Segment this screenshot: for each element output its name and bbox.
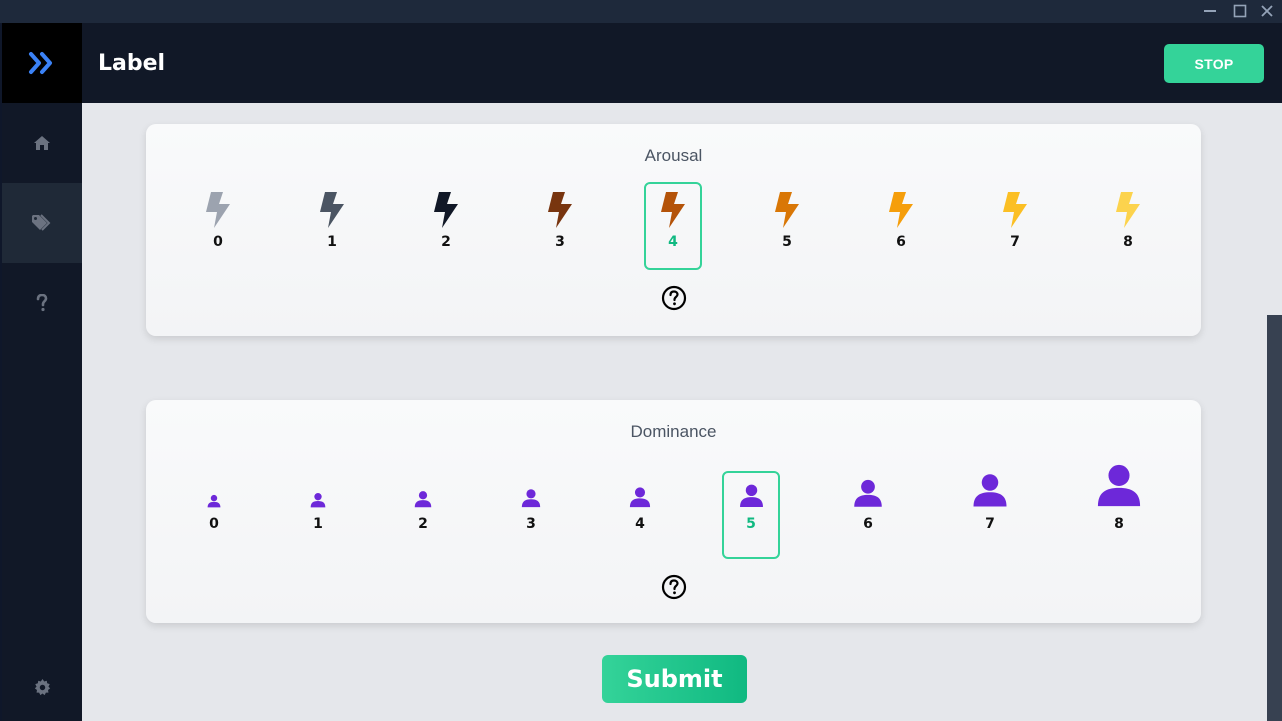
close-icon[interactable] [1257,2,1277,20]
dominance-option-5[interactable]: 5 [722,471,780,559]
dominance-option-label: 8 [1114,516,1124,532]
arousal-option-label: 1 [327,234,337,250]
lightning-icon [320,192,344,228]
lightning-icon [1003,192,1027,228]
home-icon [34,136,50,150]
arousal-option-0[interactable]: 0 [189,182,247,270]
header: Label STOP [82,23,1282,103]
window-titlebar [0,0,1282,23]
submit-button[interactable]: Submit [602,655,747,703]
arousal-option-label: 8 [1123,234,1133,250]
dominance-option-6[interactable]: 6 [839,472,897,560]
person-icon [629,487,651,508]
arousal-option-1[interactable]: 1 [303,182,361,270]
person-icon [207,494,221,508]
arousal-option-label: 5 [782,234,792,250]
arousal-option-label: 0 [213,234,223,250]
lightning-icon [206,192,230,228]
person-icon [739,484,763,507]
dominance-option-label: 1 [313,516,323,532]
double-chevron-right-icon [29,52,52,74]
dominance-option-label: 5 [746,516,756,532]
dominance-option-1[interactable]: 1 [289,486,347,574]
dominance-option-0[interactable]: 0 [185,488,243,576]
page-title: Label [98,51,166,76]
dominance-option-7[interactable]: 7 [961,466,1019,554]
lightning-icon [889,192,913,228]
arousal-option-3[interactable]: 3 [531,182,589,270]
dominance-option-4[interactable]: 4 [611,480,669,568]
arousal-card: Arousal 0 1 2 3 4 5 6 7 8 [146,124,1201,336]
dominance-option-label: 0 [209,516,219,532]
dominance-title: Dominance [630,422,717,441]
arousal-option-2[interactable]: 2 [417,182,475,270]
arousal-title: Arousal [644,146,703,165]
stop-button[interactable]: STOP [1164,44,1264,83]
arousal-option-4[interactable]: 4 [644,182,702,270]
arousal-option-label: 7 [1010,234,1020,250]
sidebar-item-label[interactable] [2,183,82,263]
sidebar-item-home[interactable] [2,103,82,183]
person-icon [414,491,432,508]
arousal-option-label: 6 [896,234,906,250]
person-icon [1097,464,1141,507]
dominance-option-label: 6 [863,516,873,532]
main-content: Arousal 0 1 2 3 4 5 6 7 8 Dominance 0 1 2 3 4 5 6 7 8 Su… [82,103,1267,721]
arousal-option-8[interactable]: 8 [1099,182,1157,270]
lightning-icon [775,192,799,228]
dominance-option-8[interactable]: 8 [1090,456,1148,544]
person-icon [521,489,541,508]
arousal-option-5[interactable]: 5 [758,182,816,270]
arousal-option-label: 3 [555,234,565,250]
dominance-option-2[interactable]: 2 [394,484,452,572]
maximize-icon[interactable] [1230,2,1250,20]
person-icon [973,474,1007,507]
dominance-card: Dominance 0 1 2 3 4 5 6 7 8 [146,400,1201,623]
arousal-option-label: 4 [668,234,678,250]
dominance-option-label: 7 [985,516,995,532]
scrollbar-thumb[interactable] [1267,315,1282,721]
arousal-option-7[interactable]: 7 [986,182,1044,270]
gear-icon [34,678,50,695]
sidebar-item-help[interactable] [2,263,82,343]
dominance-option-label: 4 [635,516,645,532]
minimize-icon[interactable] [1200,2,1220,20]
dominance-help-icon[interactable] [661,574,687,600]
lightning-icon [434,192,458,228]
logo[interactable] [2,23,82,103]
dominance-option-3[interactable]: 3 [502,482,560,570]
dominance-option-label: 3 [526,516,536,532]
person-icon [310,493,326,508]
question-icon [36,294,48,312]
arousal-option-6[interactable]: 6 [872,182,930,270]
lightning-icon [1116,192,1140,228]
sidebar-item-settings[interactable] [2,647,82,721]
arousal-help-icon[interactable] [661,285,687,311]
arousal-option-label: 2 [441,234,451,250]
person-icon [854,479,882,507]
tags-icon [32,214,51,231]
lightning-icon [661,192,685,228]
lightning-icon [548,192,572,228]
dominance-option-label: 2 [418,516,428,532]
sidebar [2,23,82,721]
